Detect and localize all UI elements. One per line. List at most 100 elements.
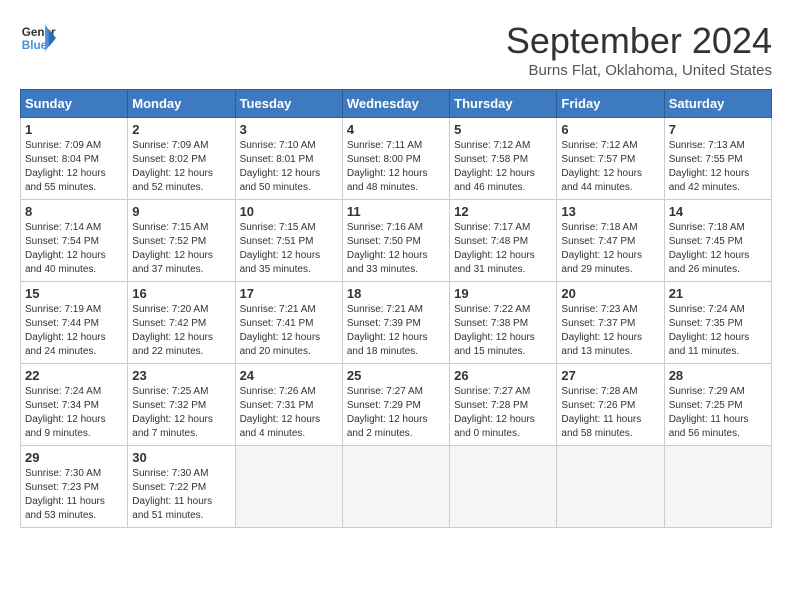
day-info: Sunrise: 7:26 AMSunset: 7:31 PMDaylight:… bbox=[240, 385, 338, 441]
day-number: 18 bbox=[347, 286, 445, 301]
day-info: Sunrise: 7:13 AMSunset: 7:55 PMDaylight:… bbox=[669, 139, 767, 195]
day-info: Sunrise: 7:16 AMSunset: 7:50 PMDaylight:… bbox=[347, 221, 445, 277]
day-number: 30 bbox=[132, 450, 230, 465]
day-info: Sunrise: 7:11 AMSunset: 8:00 PMDaylight:… bbox=[347, 139, 445, 195]
calendar-day-cell: 3 Sunrise: 7:10 AMSunset: 8:01 PMDayligh… bbox=[235, 118, 342, 200]
day-number: 21 bbox=[669, 286, 767, 301]
calendar-day-cell: 26 Sunrise: 7:27 AMSunset: 7:28 PMDaylig… bbox=[450, 364, 557, 446]
day-info: Sunrise: 7:12 AMSunset: 7:58 PMDaylight:… bbox=[454, 139, 552, 195]
day-number: 27 bbox=[561, 368, 659, 383]
location: Burns Flat, Oklahoma, United States bbox=[506, 62, 772, 79]
day-number: 12 bbox=[454, 204, 552, 219]
weekday-header-tuesday: Tuesday bbox=[235, 90, 342, 118]
day-number: 26 bbox=[454, 368, 552, 383]
calendar-day-cell: 13 Sunrise: 7:18 AMSunset: 7:47 PMDaylig… bbox=[557, 200, 664, 282]
day-number: 8 bbox=[25, 204, 123, 219]
calendar-day-cell: 7 Sunrise: 7:13 AMSunset: 7:55 PMDayligh… bbox=[664, 118, 771, 200]
calendar-day-cell bbox=[664, 446, 771, 528]
day-info: Sunrise: 7:25 AMSunset: 7:32 PMDaylight:… bbox=[132, 385, 230, 441]
day-number: 22 bbox=[25, 368, 123, 383]
day-number: 19 bbox=[454, 286, 552, 301]
calendar-day-cell bbox=[235, 446, 342, 528]
logo-icon: General Blue bbox=[20, 20, 56, 56]
weekday-header-row: SundayMondayTuesdayWednesdayThursdayFrid… bbox=[21, 90, 772, 118]
calendar-week-row: 29 Sunrise: 7:30 AMSunset: 7:23 PMDaylig… bbox=[21, 446, 772, 528]
calendar-day-cell: 22 Sunrise: 7:24 AMSunset: 7:34 PMDaylig… bbox=[21, 364, 128, 446]
weekday-header-thursday: Thursday bbox=[450, 90, 557, 118]
day-info: Sunrise: 7:28 AMSunset: 7:26 PMDaylight:… bbox=[561, 385, 659, 441]
day-number: 3 bbox=[240, 122, 338, 137]
day-number: 16 bbox=[132, 286, 230, 301]
day-number: 11 bbox=[347, 204, 445, 219]
calendar-day-cell bbox=[342, 446, 449, 528]
calendar-day-cell: 8 Sunrise: 7:14 AMSunset: 7:54 PMDayligh… bbox=[21, 200, 128, 282]
weekday-header-saturday: Saturday bbox=[664, 90, 771, 118]
day-number: 29 bbox=[25, 450, 123, 465]
calendar-table: SundayMondayTuesdayWednesdayThursdayFrid… bbox=[20, 89, 772, 528]
day-info: Sunrise: 7:21 AMSunset: 7:41 PMDaylight:… bbox=[240, 303, 338, 359]
day-number: 10 bbox=[240, 204, 338, 219]
day-info: Sunrise: 7:18 AMSunset: 7:47 PMDaylight:… bbox=[561, 221, 659, 277]
calendar-day-cell: 30 Sunrise: 7:30 AMSunset: 7:22 PMDaylig… bbox=[128, 446, 235, 528]
day-number: 6 bbox=[561, 122, 659, 137]
calendar-day-cell: 27 Sunrise: 7:28 AMSunset: 7:26 PMDaylig… bbox=[557, 364, 664, 446]
weekday-header-friday: Friday bbox=[557, 90, 664, 118]
day-number: 5 bbox=[454, 122, 552, 137]
calendar-day-cell: 11 Sunrise: 7:16 AMSunset: 7:50 PMDaylig… bbox=[342, 200, 449, 282]
day-info: Sunrise: 7:19 AMSunset: 7:44 PMDaylight:… bbox=[25, 303, 123, 359]
calendar-day-cell: 6 Sunrise: 7:12 AMSunset: 7:57 PMDayligh… bbox=[557, 118, 664, 200]
day-number: 14 bbox=[669, 204, 767, 219]
calendar-day-cell: 21 Sunrise: 7:24 AMSunset: 7:35 PMDaylig… bbox=[664, 282, 771, 364]
weekday-header-wednesday: Wednesday bbox=[342, 90, 449, 118]
day-info: Sunrise: 7:27 AMSunset: 7:29 PMDaylight:… bbox=[347, 385, 445, 441]
day-number: 24 bbox=[240, 368, 338, 383]
calendar-week-row: 22 Sunrise: 7:24 AMSunset: 7:34 PMDaylig… bbox=[21, 364, 772, 446]
month-title: September 2024 bbox=[506, 20, 772, 62]
calendar-week-row: 15 Sunrise: 7:19 AMSunset: 7:44 PMDaylig… bbox=[21, 282, 772, 364]
calendar-day-cell: 24 Sunrise: 7:26 AMSunset: 7:31 PMDaylig… bbox=[235, 364, 342, 446]
day-number: 1 bbox=[25, 122, 123, 137]
day-info: Sunrise: 7:09 AMSunset: 8:02 PMDaylight:… bbox=[132, 139, 230, 195]
day-number: 9 bbox=[132, 204, 230, 219]
day-info: Sunrise: 7:18 AMSunset: 7:45 PMDaylight:… bbox=[669, 221, 767, 277]
day-info: Sunrise: 7:30 AMSunset: 7:22 PMDaylight:… bbox=[132, 467, 230, 523]
calendar-day-cell: 29 Sunrise: 7:30 AMSunset: 7:23 PMDaylig… bbox=[21, 446, 128, 528]
calendar-day-cell: 4 Sunrise: 7:11 AMSunset: 8:00 PMDayligh… bbox=[342, 118, 449, 200]
calendar-day-cell: 23 Sunrise: 7:25 AMSunset: 7:32 PMDaylig… bbox=[128, 364, 235, 446]
day-number: 4 bbox=[347, 122, 445, 137]
calendar-day-cell: 28 Sunrise: 7:29 AMSunset: 7:25 PMDaylig… bbox=[664, 364, 771, 446]
calendar-day-cell: 20 Sunrise: 7:23 AMSunset: 7:37 PMDaylig… bbox=[557, 282, 664, 364]
calendar-week-row: 8 Sunrise: 7:14 AMSunset: 7:54 PMDayligh… bbox=[21, 200, 772, 282]
calendar-day-cell: 17 Sunrise: 7:21 AMSunset: 7:41 PMDaylig… bbox=[235, 282, 342, 364]
calendar-day-cell: 5 Sunrise: 7:12 AMSunset: 7:58 PMDayligh… bbox=[450, 118, 557, 200]
day-info: Sunrise: 7:14 AMSunset: 7:54 PMDaylight:… bbox=[25, 221, 123, 277]
logo: General Blue bbox=[20, 20, 56, 56]
calendar-day-cell: 19 Sunrise: 7:22 AMSunset: 7:38 PMDaylig… bbox=[450, 282, 557, 364]
title-block: September 2024 Burns Flat, Oklahoma, Uni… bbox=[506, 20, 772, 79]
day-info: Sunrise: 7:17 AMSunset: 7:48 PMDaylight:… bbox=[454, 221, 552, 277]
calendar-day-cell bbox=[450, 446, 557, 528]
calendar-day-cell: 1 Sunrise: 7:09 AMSunset: 8:04 PMDayligh… bbox=[21, 118, 128, 200]
calendar-week-row: 1 Sunrise: 7:09 AMSunset: 8:04 PMDayligh… bbox=[21, 118, 772, 200]
day-info: Sunrise: 7:29 AMSunset: 7:25 PMDaylight:… bbox=[669, 385, 767, 441]
calendar-day-cell: 12 Sunrise: 7:17 AMSunset: 7:48 PMDaylig… bbox=[450, 200, 557, 282]
day-number: 28 bbox=[669, 368, 767, 383]
day-info: Sunrise: 7:20 AMSunset: 7:42 PMDaylight:… bbox=[132, 303, 230, 359]
weekday-header-sunday: Sunday bbox=[21, 90, 128, 118]
calendar-day-cell: 10 Sunrise: 7:15 AMSunset: 7:51 PMDaylig… bbox=[235, 200, 342, 282]
day-number: 23 bbox=[132, 368, 230, 383]
page-header: General Blue September 2024 Burns Flat, … bbox=[20, 20, 772, 79]
day-number: 17 bbox=[240, 286, 338, 301]
day-number: 20 bbox=[561, 286, 659, 301]
day-info: Sunrise: 7:24 AMSunset: 7:35 PMDaylight:… bbox=[669, 303, 767, 359]
calendar-day-cell: 9 Sunrise: 7:15 AMSunset: 7:52 PMDayligh… bbox=[128, 200, 235, 282]
day-number: 25 bbox=[347, 368, 445, 383]
calendar-day-cell: 14 Sunrise: 7:18 AMSunset: 7:45 PMDaylig… bbox=[664, 200, 771, 282]
day-info: Sunrise: 7:12 AMSunset: 7:57 PMDaylight:… bbox=[561, 139, 659, 195]
day-info: Sunrise: 7:10 AMSunset: 8:01 PMDaylight:… bbox=[240, 139, 338, 195]
calendar-day-cell bbox=[557, 446, 664, 528]
calendar-day-cell: 15 Sunrise: 7:19 AMSunset: 7:44 PMDaylig… bbox=[21, 282, 128, 364]
day-info: Sunrise: 7:22 AMSunset: 7:38 PMDaylight:… bbox=[454, 303, 552, 359]
calendar-day-cell: 16 Sunrise: 7:20 AMSunset: 7:42 PMDaylig… bbox=[128, 282, 235, 364]
svg-text:Blue: Blue bbox=[22, 39, 48, 52]
